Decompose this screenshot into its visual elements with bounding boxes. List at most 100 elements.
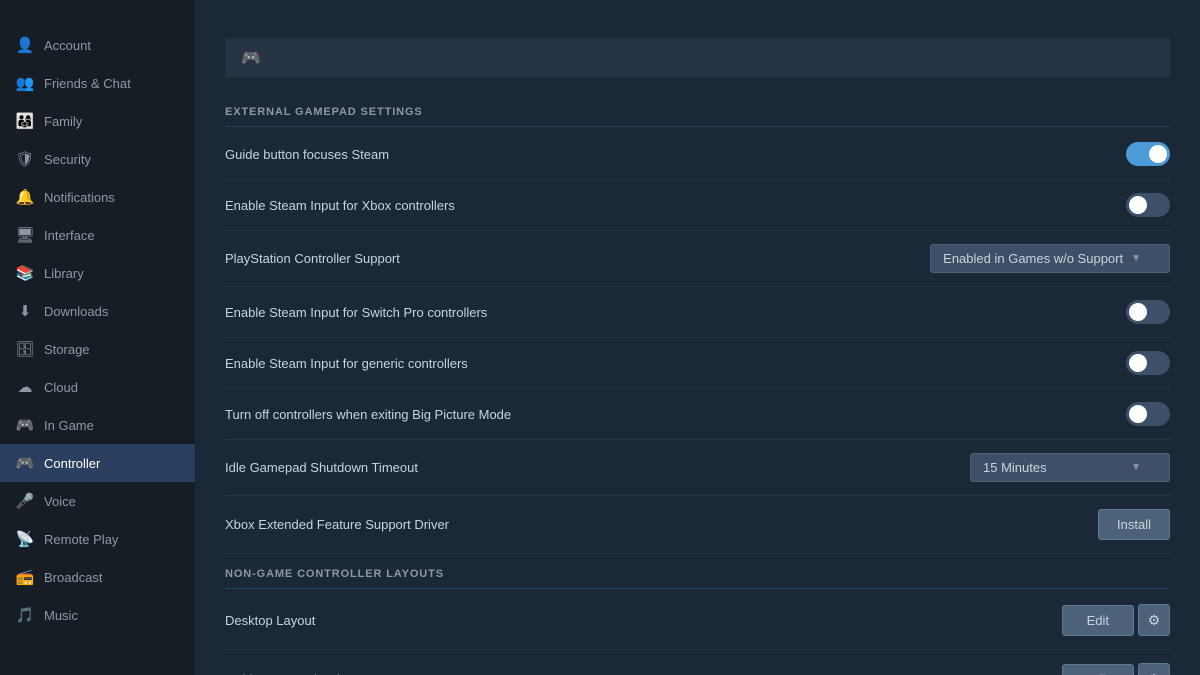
desktop-layout-label: Desktop Layout: [225, 613, 1042, 628]
setting-row-switch-pro: Enable Steam Input for Switch Pro contro…: [225, 287, 1170, 338]
family-label: Family: [44, 114, 179, 129]
setting-row-xbox-input: Enable Steam Input for Xbox controllers: [225, 180, 1170, 231]
playstation-support-dropdown[interactable]: Enabled in Games w/o Support ▼: [930, 244, 1170, 273]
big-picture-toggle-thumb: [1129, 405, 1147, 423]
generic-controllers-toggle[interactable]: [1126, 351, 1170, 375]
music-label: Music: [44, 608, 179, 623]
switch-pro-toggle-track[interactable]: [1126, 300, 1170, 324]
xbox-input-toggle[interactable]: [1126, 193, 1170, 217]
switch-pro-toggle-thumb: [1129, 303, 1147, 321]
xbox-driver-button[interactable]: Install: [1098, 509, 1170, 540]
sidebar-item-downloads[interactable]: ⬇ Downloads: [0, 292, 195, 330]
in-game-icon: 🎮: [16, 416, 34, 434]
desktop-layout-gear-button[interactable]: ⚙: [1138, 604, 1170, 636]
playstation-support-label: PlayStation Controller Support: [225, 251, 910, 266]
voice-label: Voice: [44, 494, 179, 509]
guide-button-toggle-thumb: [1149, 145, 1167, 163]
sidebar-item-storage[interactable]: 🗄 Storage: [0, 330, 195, 368]
broadcast-icon: 📻: [16, 568, 34, 586]
setting-row-idle-timeout: Idle Gamepad Shutdown Timeout 15 Minutes▼: [225, 440, 1170, 496]
guide-chord-gear-button[interactable]: ⚙: [1138, 663, 1170, 675]
library-label: Library: [44, 266, 179, 281]
guide-chord-edit-button[interactable]: Edit: [1062, 664, 1134, 675]
switch-pro-label: Enable Steam Input for Switch Pro contro…: [225, 305, 1106, 320]
guide-button-toggle-track[interactable]: [1126, 142, 1170, 166]
account-icon: 👤: [16, 36, 34, 54]
sidebar-item-notifications[interactable]: 🔔 Notifications: [0, 178, 195, 216]
xbox-input-toggle-thumb: [1129, 196, 1147, 214]
cloud-label: Cloud: [44, 380, 179, 395]
guide-chord-label: Guide Button Chord Layout: [225, 672, 1042, 675]
sidebar-item-interface[interactable]: 🖥 Interface: [0, 216, 195, 254]
switch-pro-toggle[interactable]: [1126, 300, 1170, 324]
sidebar-item-account[interactable]: 👤 Account: [0, 26, 195, 64]
idle-timeout-dropdown-value: 15 Minutes: [983, 460, 1047, 475]
gamepad-icon: 🎮: [241, 48, 261, 68]
friends-chat-label: Friends & Chat: [44, 76, 179, 91]
sidebar-item-controller[interactable]: 🎮 Controller: [0, 444, 195, 482]
in-game-label: In Game: [44, 418, 179, 433]
sidebar-item-remote-play[interactable]: 📡 Remote Play: [0, 520, 195, 558]
sidebar-item-cloud[interactable]: ☁ Cloud: [0, 368, 195, 406]
playstation-support-dropdown-value: Enabled in Games w/o Support: [943, 251, 1123, 266]
sidebar-title: [0, 0, 195, 26]
downloads-icon: ⬇: [16, 302, 34, 320]
interface-icon: 🖥: [16, 226, 34, 244]
section-header-non-game-layouts: NON-GAME CONTROLLER LAYOUTS: [225, 562, 1170, 589]
notifications-icon: 🔔: [16, 188, 34, 206]
sidebar-item-music[interactable]: 🎵 Music: [0, 596, 195, 634]
broadcast-label: Broadcast: [44, 570, 179, 585]
setting-row-guide-button: Guide button focuses Steam: [225, 129, 1170, 180]
remote-play-label: Remote Play: [44, 532, 179, 547]
sidebar-item-library[interactable]: 📚 Library: [0, 254, 195, 292]
no-controllers-bar: 🎮: [225, 38, 1170, 78]
xbox-driver-label: Xbox Extended Feature Support Driver: [225, 517, 1078, 532]
section-header-external-gamepad: EXTERNAL GAMEPAD SETTINGS: [225, 100, 1170, 127]
interface-label: Interface: [44, 228, 179, 243]
generic-controllers-label: Enable Steam Input for generic controlle…: [225, 356, 1106, 371]
guide-chord-actions: Edit ⚙: [1062, 663, 1170, 675]
setting-row-xbox-driver: Xbox Extended Feature Support Driver Inst…: [225, 496, 1170, 554]
setting-row-big-picture: Turn off controllers when exiting Big Pi…: [225, 389, 1170, 440]
setting-row-desktop-layout: Desktop Layout Edit⚙: [225, 591, 1170, 650]
big-picture-label: Turn off controllers when exiting Big Pi…: [225, 407, 1106, 422]
sidebar-item-broadcast[interactable]: 📻 Broadcast: [0, 558, 195, 596]
downloads-label: Downloads: [44, 304, 179, 319]
sidebar: 👤 Account 👥 Friends & Chat 👨‍👩‍👧 Family 🛡 Secur…: [0, 0, 195, 675]
desktop-layout-actions: Edit⚙: [1062, 604, 1170, 636]
setting-row-playstation-support: PlayStation Controller Support Enabled in…: [225, 231, 1170, 287]
desktop-layout-edit-button[interactable]: Edit: [1062, 605, 1134, 636]
guide-button-label: Guide button focuses Steam: [225, 147, 1106, 162]
notifications-label: Notifications: [44, 190, 179, 205]
sidebar-item-family[interactable]: 👨‍👩‍👧 Family: [0, 102, 195, 140]
generic-controllers-toggle-track[interactable]: [1126, 351, 1170, 375]
library-icon: 📚: [16, 264, 34, 282]
controller-icon: 🎮: [16, 454, 34, 472]
guide-button-toggle[interactable]: [1126, 142, 1170, 166]
storage-label: Storage: [44, 342, 179, 357]
family-icon: 👨‍👩‍👧: [16, 112, 34, 130]
xbox-input-label: Enable Steam Input for Xbox controllers: [225, 198, 1106, 213]
xbox-input-toggle-track[interactable]: [1126, 193, 1170, 217]
security-label: Security: [44, 152, 179, 167]
setting-row-generic-controllers: Enable Steam Input for generic controlle…: [225, 338, 1170, 389]
cloud-icon: ☁: [16, 378, 34, 396]
sidebar-item-friends-chat[interactable]: 👥 Friends & Chat: [0, 64, 195, 102]
sidebar-item-in-game[interactable]: 🎮 In Game: [0, 406, 195, 444]
security-icon: 🛡: [16, 150, 34, 168]
friends-chat-icon: 👥: [16, 74, 34, 92]
sidebar-item-voice[interactable]: 🎤 Voice: [0, 482, 195, 520]
remote-play-icon: 📡: [16, 530, 34, 548]
voice-icon: 🎤: [16, 492, 34, 510]
chevron-down-icon: ▼: [1131, 253, 1141, 264]
big-picture-toggle-track[interactable]: [1126, 402, 1170, 426]
sidebar-item-security[interactable]: 🛡 Security: [0, 140, 195, 178]
main-content: 🎮 EXTERNAL GAMEPAD SETTINGS Guide button …: [195, 0, 1200, 675]
storage-icon: 🗄: [16, 340, 34, 358]
big-picture-toggle[interactable]: [1126, 402, 1170, 426]
controller-label: Controller: [44, 456, 179, 471]
idle-timeout-label: Idle Gamepad Shutdown Timeout: [225, 460, 950, 475]
idle-timeout-dropdown[interactable]: 15 Minutes▼: [970, 453, 1170, 482]
account-label: Account: [44, 38, 179, 53]
music-icon: 🎵: [16, 606, 34, 624]
